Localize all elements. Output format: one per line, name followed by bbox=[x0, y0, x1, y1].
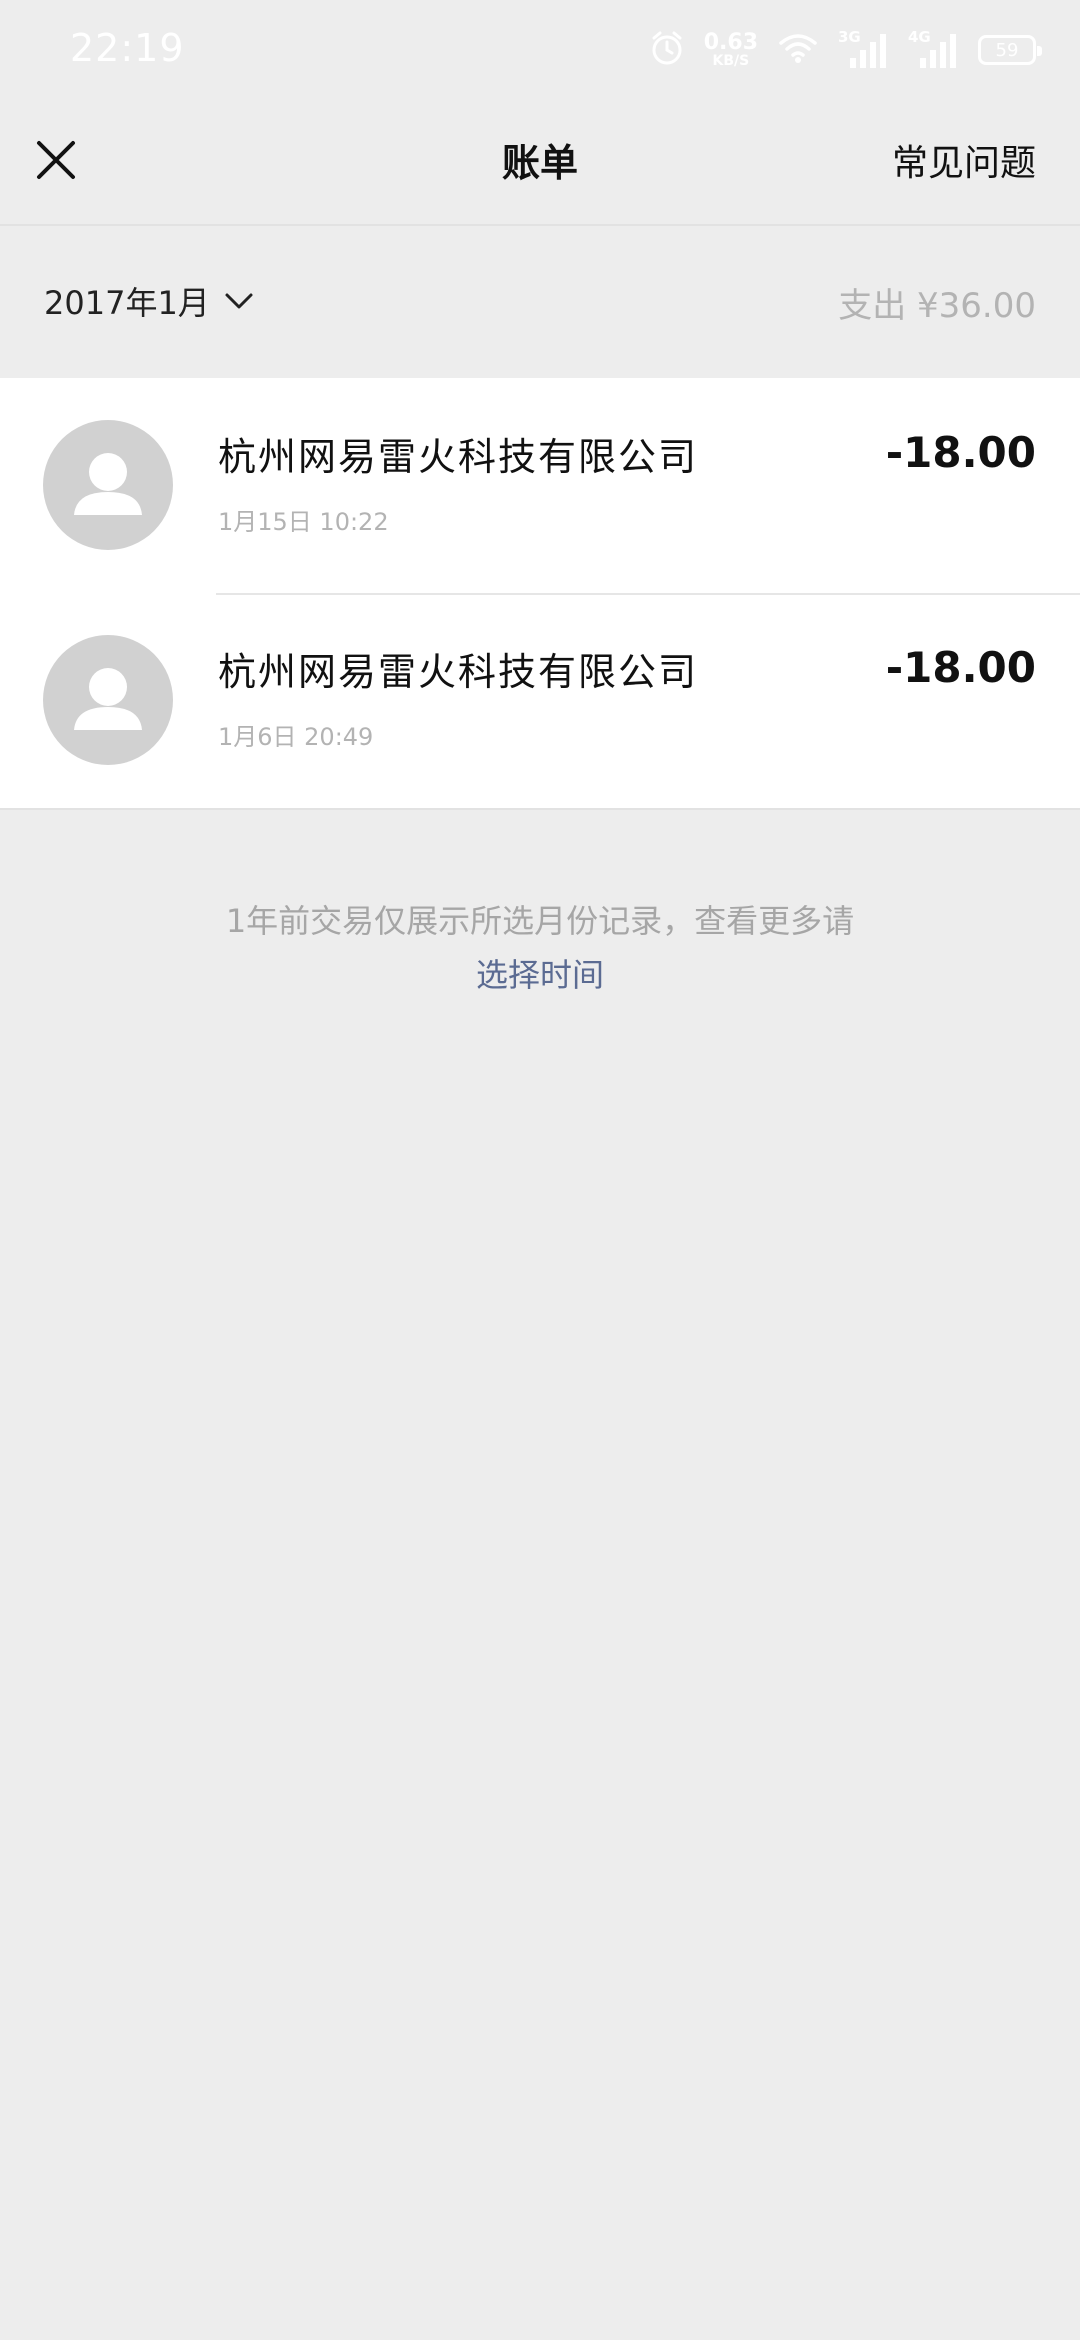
avatar bbox=[43, 420, 173, 550]
transaction-time: 1月15日 10:22 bbox=[218, 508, 389, 536]
wifi-icon bbox=[778, 32, 818, 68]
expense-summary: 支出 ¥36.00 bbox=[838, 286, 1036, 326]
transaction-list: 杭州网易雷火科技有限公司 1月15日 10:22 -18.00 杭州网易雷火科技… bbox=[0, 378, 1080, 810]
merchant-name: 杭州网易雷火科技有限公司 bbox=[218, 435, 699, 479]
signal-3g-label: 3G bbox=[838, 28, 861, 46]
chevron-down-icon bbox=[225, 293, 253, 309]
user-icon bbox=[74, 453, 142, 515]
network-speed-unit: KB/S bbox=[712, 53, 750, 69]
user-icon bbox=[74, 668, 142, 730]
signal-3g: 3G bbox=[838, 28, 888, 70]
transaction-row[interactable]: 杭州网易雷火科技有限公司 1月15日 10:22 -18.00 bbox=[0, 378, 1080, 593]
network-speed-value: 0.63 bbox=[703, 30, 758, 55]
history-note-text: 1年前交易仅展示所选月份记录，查看更多请 bbox=[225, 902, 855, 940]
avatar bbox=[43, 635, 173, 765]
signal-4g: 4G bbox=[908, 28, 958, 70]
network-speed: 0.63 KB/S bbox=[703, 30, 758, 69]
filter-row: 2017年1月 支出 ¥36.00 bbox=[0, 226, 1080, 378]
transaction-amount: -18.00 bbox=[885, 428, 1036, 477]
transaction-time: 1月6日 20:49 bbox=[218, 723, 374, 751]
month-label: 2017年1月 bbox=[44, 284, 210, 322]
bill-page: 22:19 0.63 KB/S 3G 4G 59 账单 常见问题 2017年1月… bbox=[0, 0, 1080, 2340]
nav-bar: 账单 常见问题 bbox=[0, 100, 1080, 226]
alarm-icon bbox=[650, 30, 684, 70]
battery-icon: 59 bbox=[978, 35, 1042, 65]
status-time: 22:19 bbox=[70, 26, 185, 70]
status-icons: 0.63 KB/S 3G 4G 59 bbox=[650, 26, 1042, 74]
transaction-amount: -18.00 bbox=[885, 643, 1036, 692]
status-bar: 22:19 0.63 KB/S 3G 4G 59 bbox=[0, 0, 1080, 100]
history-note: 1年前交易仅展示所选月份记录，查看更多请 选择时间 bbox=[0, 894, 1080, 1002]
merchant-name: 杭州网易雷火科技有限公司 bbox=[218, 650, 699, 694]
faq-link[interactable]: 常见问题 bbox=[892, 134, 1036, 186]
select-time-link[interactable]: 选择时间 bbox=[0, 948, 1080, 1002]
transaction-row[interactable]: 杭州网易雷火科技有限公司 1月6日 20:49 -18.00 bbox=[0, 593, 1080, 808]
signal-4g-label: 4G bbox=[908, 28, 931, 46]
month-picker[interactable]: 2017年1月 bbox=[44, 278, 254, 324]
